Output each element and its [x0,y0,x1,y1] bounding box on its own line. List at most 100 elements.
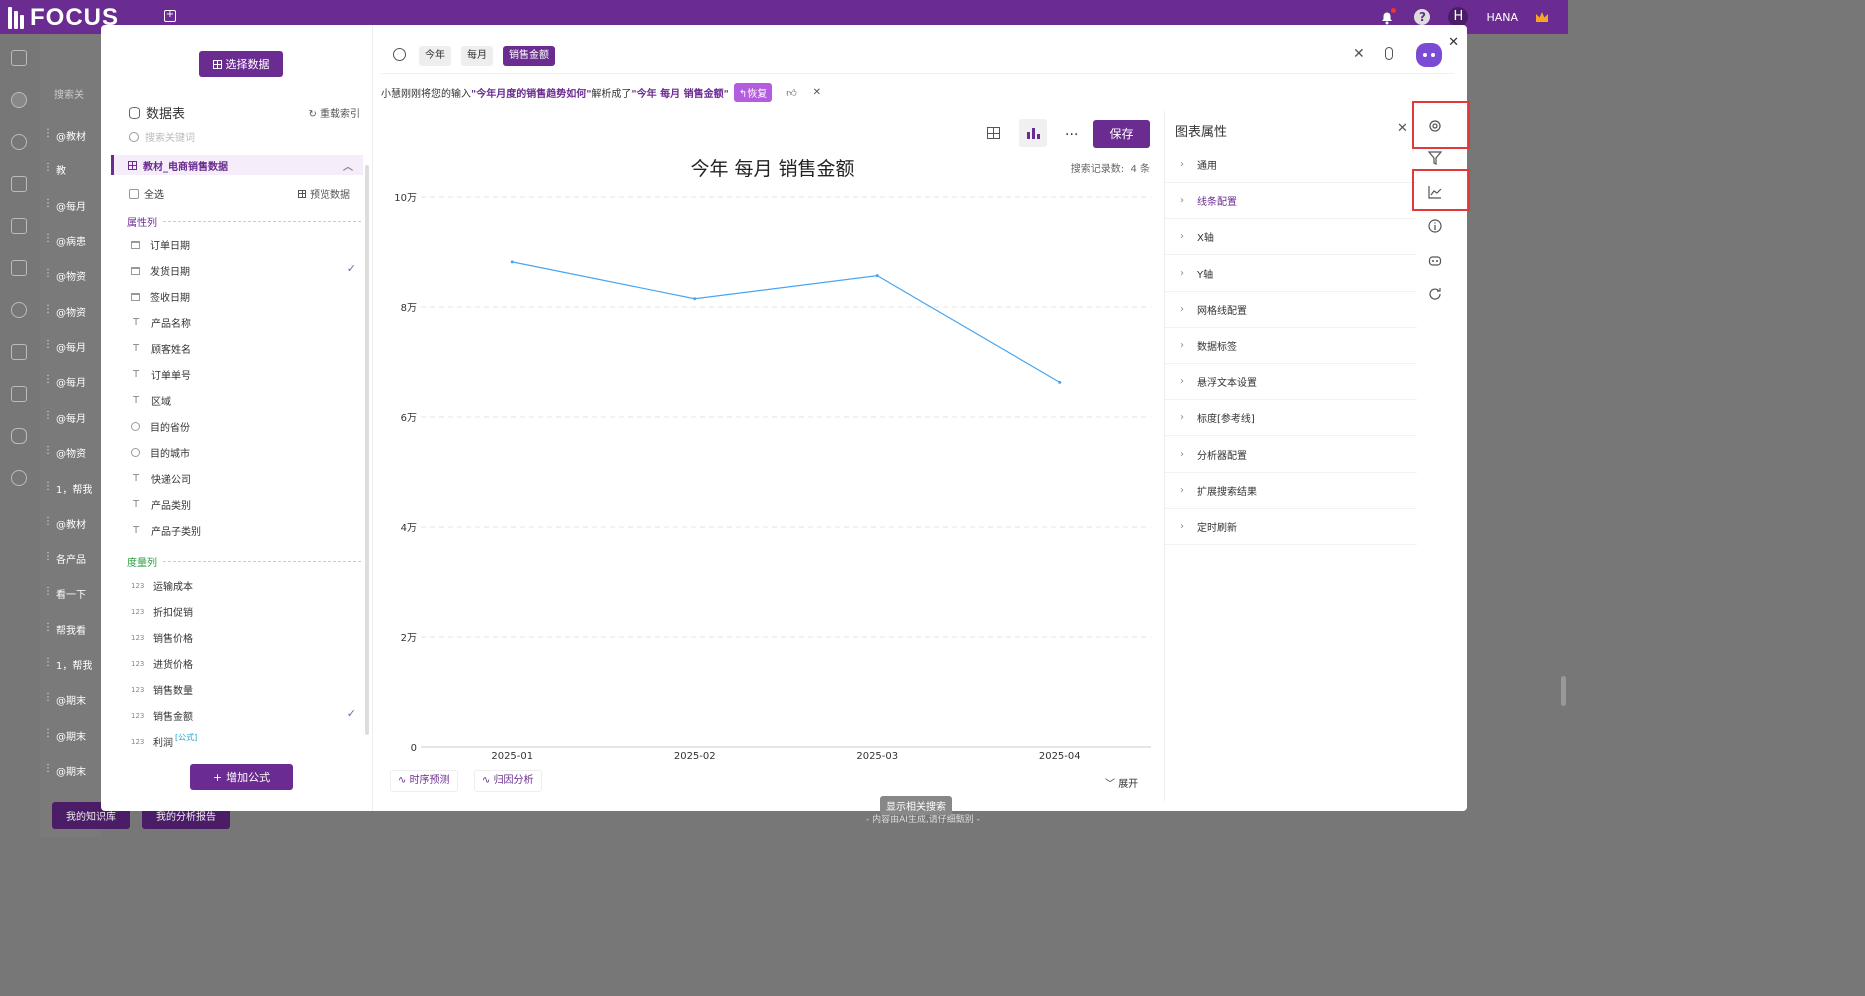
background-list-item[interactable]: 1，帮我 [56,657,92,672]
search-chip-selected[interactable]: 销售金额 [503,46,555,66]
restore-button[interactable]: ↰恢复 [733,83,773,102]
more-vertical-icon[interactable]: ⋮ [43,268,53,279]
background-list-item[interactable]: @每月 [56,198,86,213]
select-data-button[interactable]: 选择数据 [199,51,283,77]
background-list-item[interactable]: @病患 [56,233,86,248]
background-search[interactable]: 搜索关 [54,86,84,101]
attribute-field[interactable]: T 快递公司 [131,471,191,486]
property-section[interactable]: › 悬浮文本设置 [1165,364,1417,401]
page-scrollbar[interactable] [1561,676,1566,706]
add-formula-button[interactable]: + 增加公式 [190,764,293,790]
property-section[interactable]: › Y轴 [1165,256,1417,292]
table-item[interactable]: 教材_电商销售数据 ︿ [111,155,363,175]
attribute-field[interactable]: T 产品子类别 [131,523,201,538]
property-section[interactable]: › 通用 [1165,147,1417,183]
data-point[interactable] [693,297,697,301]
robot-icon[interactable] [1428,253,1442,267]
assistant-icon[interactable] [11,92,27,108]
more-vertical-icon[interactable]: ⋮ [43,692,53,703]
more-vertical-icon[interactable]: ⋮ [43,445,53,456]
presentation-icon[interactable] [11,218,27,234]
more-vertical-icon[interactable]: ⋮ [43,198,53,209]
forecast-button[interactable]: ∿ 时序预测 [390,770,458,792]
table-view-icon[interactable] [987,127,1000,139]
background-list-item[interactable]: @期末 [56,728,86,743]
background-list-item[interactable]: @物资 [56,268,86,283]
more-vertical-icon[interactable]: ⋮ [43,763,53,774]
bell-icon[interactable] [1378,8,1397,26]
background-list-item[interactable]: 教 [56,162,66,177]
attribute-field[interactable]: 目的省份 [131,419,190,434]
series-line[interactable] [512,261,1061,383]
save-button[interactable]: 保存 [1093,120,1150,148]
related-search-button[interactable]: 显示相关搜索 [880,796,952,815]
attribute-field[interactable]: 订单日期 [131,237,190,252]
attribute-field[interactable]: T 订单单号 [131,367,191,382]
thumbs-up-icon[interactable]: 👍︎ [786,87,796,99]
close-hint-icon[interactable]: ✕ [813,87,821,98]
more-vertical-icon[interactable]: ⋮ [43,586,53,597]
measure-field[interactable]: 123 利润 [公式] [131,733,197,749]
measure-field[interactable]: 123 折扣促销 [131,604,193,620]
property-section[interactable]: › 扩展搜索结果 [1165,473,1417,509]
info-icon[interactable] [1428,219,1442,233]
keyword-search-input[interactable]: 搜索关键词 [129,129,195,144]
folder-icon[interactable] [11,344,27,360]
expand-button[interactable]: ﹀ 展开 [1105,775,1138,790]
new-tab-icon[interactable]: + [164,10,176,22]
property-section[interactable]: › 网格线配置 [1165,292,1417,328]
attribute-field[interactable]: 目的城市 [131,445,190,460]
search-bar[interactable]: 今年 每月 销售金额 ✕ [381,38,1454,74]
preview-data-button[interactable]: 预览数据 [298,186,350,201]
background-list-item[interactable]: @期末 [56,692,86,707]
more-vertical-icon[interactable]: ⋮ [43,410,53,421]
more-vertical-icon[interactable]: ⋮ [43,622,53,633]
attribution-button[interactable]: ∿ 归因分析 [474,770,542,792]
more-vertical-icon[interactable]: ⋮ [43,128,53,139]
attribute-field[interactable]: T 顾客姓名 [131,341,191,356]
reindex-button[interactable]: ↻ 重载索引 [308,105,360,120]
clock-icon[interactable] [11,302,27,318]
attribute-field[interactable]: 签收日期 [131,289,190,304]
clear-icon[interactable]: ✕ [1353,46,1365,62]
data-point[interactable] [1058,380,1062,384]
background-list-item[interactable]: @每月 [56,410,86,425]
property-section[interactable]: › 数据标签 [1165,328,1417,364]
property-section[interactable]: › 线条配置 [1165,183,1417,220]
measure-field[interactable]: 123 运输成本 [131,578,193,594]
select-all-checkbox[interactable]: 全选 [129,186,164,201]
background-list-item[interactable]: @教材 [56,516,86,531]
help-icon[interactable]: ? [1414,9,1431,25]
more-vertical-icon[interactable]: ⋮ [43,657,53,668]
line-chart[interactable]: 0 2万 4万 6万 8万 10万 2025-01 2025-02 2025-03 2025-04 [381,181,1164,771]
background-list-item[interactable]: @物资 [56,445,86,460]
chart-icon[interactable] [11,176,27,192]
more-vertical-icon[interactable]: ⋮ [43,481,53,492]
home-icon[interactable] [11,50,27,66]
measure-field[interactable]: 123 销售数量 [131,682,193,698]
data-point[interactable] [510,260,514,264]
background-list-item[interactable]: @教材 [56,128,86,143]
more-vertical-icon[interactable]: ⋮ [43,516,53,527]
more-vertical-icon[interactable]: ⋮ [43,551,53,562]
avatar[interactable]: H [1448,7,1469,27]
property-section[interactable]: › X轴 [1165,219,1417,256]
clipboard-icon[interactable] [11,386,27,402]
property-section[interactable]: › 定时刷新 [1165,509,1417,545]
measure-field[interactable]: 123 销售价格 [131,630,193,646]
data-point[interactable] [875,274,879,278]
more-button[interactable]: ... [1065,123,1078,139]
search-chip[interactable]: 今年 [419,46,451,66]
more-vertical-icon[interactable]: ⋮ [43,304,53,315]
close-properties-icon[interactable]: ✕ [1397,121,1408,136]
refresh-icon[interactable] [1428,287,1442,301]
property-section[interactable]: › 标度[参考线] [1165,400,1417,437]
attribute-field[interactable]: T 产品类别 [131,497,191,512]
microphone-icon[interactable] [1385,47,1393,60]
more-vertical-icon[interactable]: ⋮ [43,728,53,739]
more-vertical-icon[interactable]: ⋮ [43,339,53,350]
search-icon[interactable] [11,134,27,150]
chart-view-icon[interactable] [1019,119,1047,147]
filter-icon[interactable] [1428,151,1442,165]
measure-field[interactable]: 123 销售金额 [131,708,193,724]
